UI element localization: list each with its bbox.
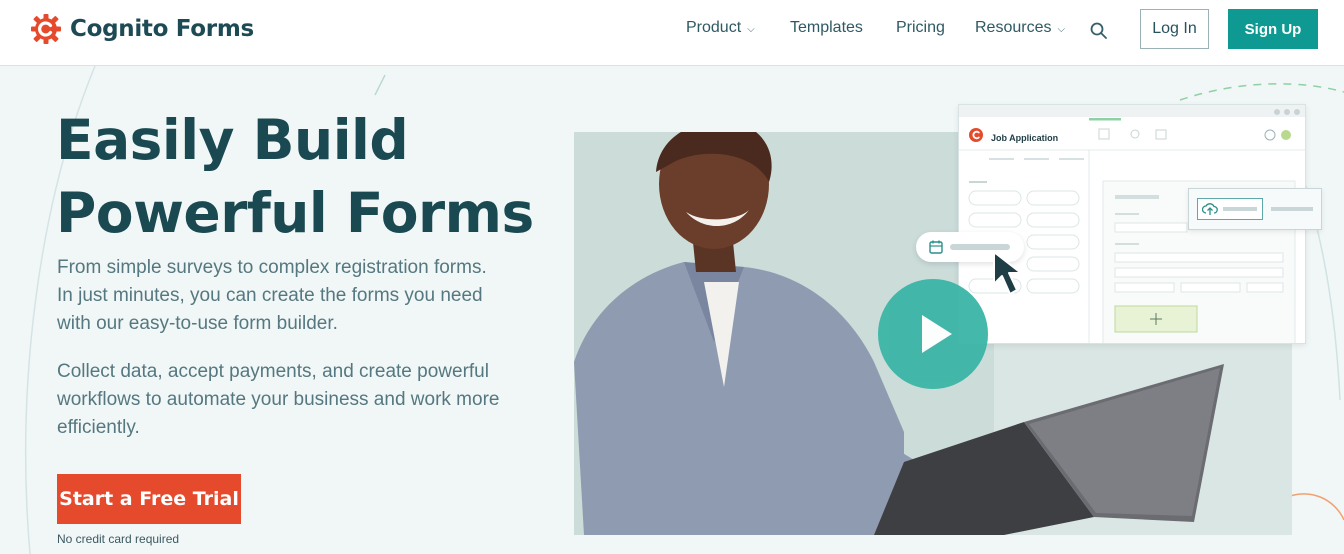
play-icon	[922, 315, 952, 353]
cognito-gear-icon	[31, 14, 61, 44]
headline-line-2: Powerful Forms	[56, 181, 534, 245]
upload-cloud-icon	[1202, 203, 1218, 215]
site-header: Cognito Forms Product ⌵ Templates Pricin…	[0, 0, 1344, 66]
hero-paragraph-2: Collect data, accept payments, and creat…	[57, 361, 500, 438]
calendar-icon	[929, 240, 943, 254]
nav-templates-label: Templates	[790, 19, 863, 36]
nav-templates[interactable]: Templates	[790, 19, 863, 37]
nav-resources-label: Resources	[975, 19, 1052, 36]
cursor-arrow-icon	[993, 251, 1022, 295]
app-logo-icon	[969, 128, 983, 142]
file-upload-card	[1188, 188, 1322, 230]
brand-logo[interactable]: Cognito Forms	[30, 13, 254, 45]
app-window-title: Job Application	[991, 133, 1059, 143]
hero-headline: Easily Build Powerful Forms	[56, 104, 536, 250]
nav-product[interactable]: Product ⌵	[686, 19, 755, 37]
hero-paragraph-1: From simple surveys to complex registrat…	[57, 257, 487, 334]
chevron-down-icon: ⌵	[747, 23, 755, 35]
cta-note: No credit card required	[57, 532, 180, 546]
nav-pricing[interactable]: Pricing	[896, 19, 945, 37]
search-icon[interactable]	[1089, 21, 1109, 41]
login-button[interactable]: Log In	[1140, 9, 1209, 49]
chevron-down-icon: ⌵	[1057, 23, 1066, 35]
upload-label-bar	[1223, 207, 1257, 211]
headline-line-1: Easily Build	[56, 108, 409, 172]
upload-description-bar	[1271, 207, 1313, 211]
nav-product-label: Product	[686, 19, 742, 36]
start-trial-button[interactable]: Start a Free Trial	[57, 474, 241, 524]
nav-pricing-label: Pricing	[896, 19, 945, 36]
nav-resources[interactable]: Resources ⌵	[975, 19, 1065, 37]
brand-name: Cognito Forms	[70, 16, 254, 42]
signup-button[interactable]: Sign Up	[1228, 9, 1318, 49]
play-button[interactable]	[878, 279, 988, 389]
